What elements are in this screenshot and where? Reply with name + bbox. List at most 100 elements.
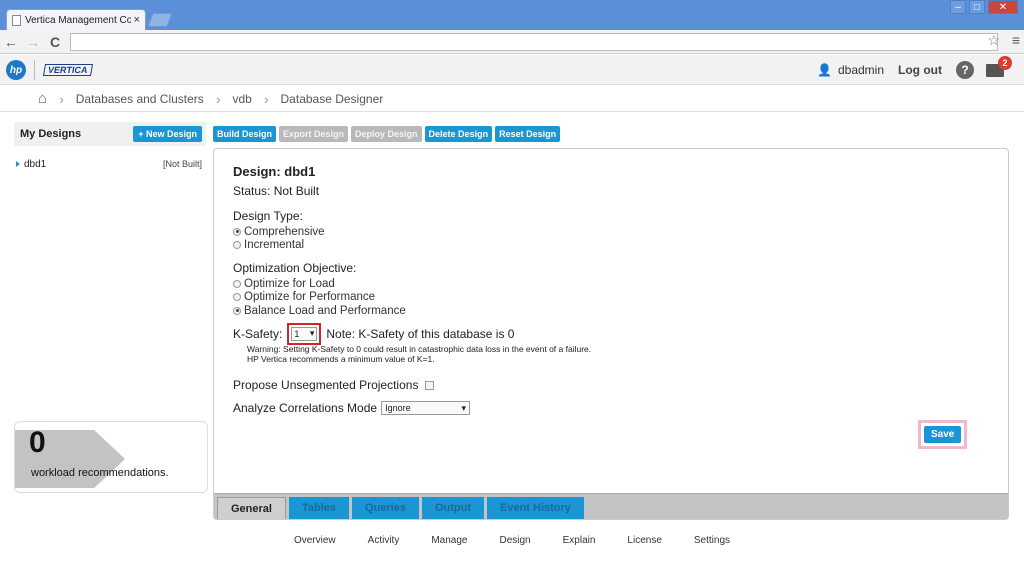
mail-count-badge: 2: [998, 55, 1012, 70]
home-icon[interactable]: ⌂: [38, 90, 47, 107]
expand-triangle-icon[interactable]: [16, 161, 20, 167]
ksafety-warning-line1: Warning: Setting K-Safety to 0 could res…: [247, 343, 592, 354]
footer-overview[interactable]: Overview: [278, 535, 352, 557]
correlations-select[interactable]: Ignore ▾: [381, 401, 471, 416]
build-design-button[interactable]: Build Design: [213, 126, 277, 142]
ksafety-value: 1: [294, 328, 300, 339]
username[interactable]: dbadmin: [838, 63, 884, 77]
radio-label: Optimize for Load: [244, 277, 335, 290]
correlations-row: Analyze Correlations Mode Ignore ▾: [233, 401, 998, 416]
address-bar[interactable]: [70, 33, 998, 51]
maximize-button[interactable]: □: [969, 0, 985, 14]
window-controls: – □ ✕: [950, 0, 1018, 14]
radio-comprehensive[interactable]: Comprehensive: [233, 225, 998, 239]
app-header: hp VERTICA 👤 dbadmin Log out ? 2: [0, 55, 1024, 85]
radio-button[interactable]: [233, 306, 241, 315]
radio-optimize-load[interactable]: Optimize for Load: [233, 277, 998, 291]
radio-label: Incremental: [244, 239, 305, 252]
ksafety-note: Note: K-Safety of this database is 0: [326, 326, 515, 341]
deploy-design-button[interactable]: Deploy Design: [351, 126, 422, 142]
user-icon: 👤: [817, 63, 832, 77]
tab-queries[interactable]: Queries: [352, 497, 419, 519]
ksafety-highlight: 1 ▾: [287, 322, 322, 345]
design-name[interactable]: dbd1: [24, 159, 46, 170]
footer-activity[interactable]: Activity: [352, 535, 416, 557]
browser-toolbar: ← → C ☆ ≡: [0, 30, 1024, 54]
radio-label: Optimize for Performance: [244, 291, 376, 304]
tab-output[interactable]: Output: [421, 497, 485, 519]
breadcrumb-database-designer: Database Designer: [280, 91, 384, 106]
radio-balance[interactable]: Balance Load and Performance: [233, 304, 998, 318]
hp-logo: hp: [6, 60, 26, 80]
correlations-label: Analyze Correlations Mode: [233, 400, 378, 415]
workload-label: workload recommendations.: [31, 467, 169, 479]
tab-tables[interactable]: Tables: [288, 497, 349, 519]
new-design-button[interactable]: + New Design: [133, 126, 202, 142]
new-tab-button[interactable]: [147, 13, 173, 27]
workload-count: 0: [29, 426, 46, 459]
dropdown-arrow-icon: ▾: [309, 328, 315, 338]
radio-button[interactable]: [233, 227, 241, 236]
my-designs-title: My Designs: [20, 128, 82, 140]
forward-icon[interactable]: →: [22, 34, 44, 50]
propose-unsegmented-label: Propose Unsegmented Projections: [233, 377, 419, 392]
ksafety-select[interactable]: 1 ▾: [291, 326, 318, 341]
mail-button[interactable]: 2: [986, 55, 1012, 77]
design-status-line: Status: Not Built: [233, 184, 320, 198]
design-title: Design: dbd1: [233, 164, 316, 179]
close-window-button[interactable]: ✕: [988, 0, 1018, 14]
breadcrumb-databases[interactable]: Databases and Clusters: [76, 92, 204, 106]
optimization-objective-label: Optimization Objective:: [233, 261, 357, 275]
chevron-right-icon: ›: [59, 90, 64, 107]
minimize-button[interactable]: –: [950, 0, 966, 14]
design-form: Design: dbd1 Status: Not Built Design Ty…: [233, 164, 998, 416]
delete-design-button[interactable]: Delete Design: [424, 126, 493, 142]
radio-button[interactable]: [233, 279, 241, 288]
save-button[interactable]: Save: [924, 426, 962, 443]
design-type-label: Design Type:: [233, 209, 303, 223]
footer-license[interactable]: License: [611, 535, 677, 557]
radio-button[interactable]: [233, 241, 241, 250]
radio-incremental[interactable]: Incremental: [233, 239, 998, 253]
footer-explain[interactable]: Explain: [547, 535, 612, 557]
radio-optimize-performance[interactable]: Optimize for Performance: [233, 291, 998, 305]
design-list-item[interactable]: dbd1 [Not Built]: [14, 155, 206, 173]
chevron-right-icon: ›: [263, 90, 269, 107]
design-panel: Design: dbd1 Status: Not Built Design Ty…: [213, 148, 1009, 520]
radio-label: Balance Load and Performance: [244, 304, 406, 317]
ksafety-warning-line2: HP Vertica recommends a minimum value of…: [247, 353, 435, 364]
reload-icon[interactable]: C: [44, 34, 66, 50]
export-design-button[interactable]: Export Design: [279, 126, 349, 142]
footer-design[interactable]: Design: [483, 535, 546, 557]
logout-link[interactable]: Log out: [898, 63, 942, 77]
breadcrumb-vdb[interactable]: vdb: [232, 92, 251, 106]
save-highlight: Save: [918, 420, 968, 449]
propose-unsegmented-checkbox[interactable]: [425, 380, 435, 390]
tab-close-icon[interactable]: ×: [134, 14, 140, 26]
tab-event-history[interactable]: Event History: [487, 497, 584, 519]
footer-manage[interactable]: Manage: [415, 535, 483, 557]
ksafety-row: K-Safety: 1 ▾ Note: K-Safety of this dat…: [233, 322, 998, 345]
radio-label: Comprehensive: [244, 225, 325, 238]
page-icon: [12, 14, 21, 26]
user-area: 👤 dbadmin Log out ? 2: [817, 55, 1012, 79]
breadcrumb: ⌂ › Databases and Clusters › vdb › Datab…: [0, 86, 1024, 112]
reset-design-button[interactable]: Reset Design: [495, 126, 561, 142]
browser-menu-icon[interactable]: ≡: [1012, 32, 1020, 48]
ksafety-label: K-Safety:: [233, 326, 283, 341]
browser-tab[interactable]: Vertica Management Co ×: [6, 9, 146, 30]
dropdown-arrow-icon: ▾: [461, 402, 467, 413]
tab-title: Vertica Management Co: [25, 14, 131, 26]
header-divider: [34, 60, 35, 80]
correlations-value: Ignore: [385, 403, 411, 414]
vertica-logo: VERTICA: [42, 64, 93, 76]
radio-button[interactable]: [233, 293, 241, 302]
help-icon[interactable]: ?: [956, 61, 974, 79]
back-icon[interactable]: ←: [0, 34, 22, 50]
workload-recommendations-card: 0 workload recommendations.: [14, 421, 208, 493]
tab-general[interactable]: General: [217, 497, 286, 519]
design-tab-bar: General Tables Queries Output Event Hist…: [214, 493, 1008, 519]
footer-settings[interactable]: Settings: [678, 535, 746, 557]
footer-nav: Overview Activity Manage Design Explain …: [0, 535, 1024, 557]
bookmark-star-icon[interactable]: ☆: [987, 32, 1000, 49]
